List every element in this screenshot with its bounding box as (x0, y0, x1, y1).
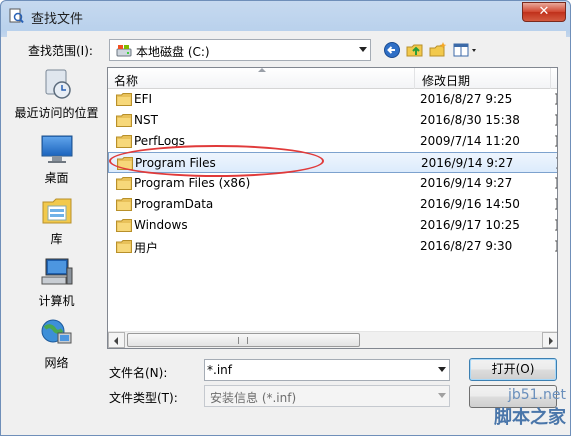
file-extra: ] (554, 134, 557, 148)
file-extra: ] (555, 156, 557, 170)
file-date: 2016/8/30 15:38 (420, 113, 520, 127)
open-button[interactable]: 打开(O) (469, 358, 557, 381)
folder-icon (117, 157, 133, 170)
place-recent[interactable]: 最近访问的位置 (7, 68, 106, 121)
place-desktop[interactable]: 桌面 (7, 133, 106, 186)
column-header-extra[interactable] (552, 68, 557, 89)
folder-icon (116, 219, 132, 232)
place-network[interactable]: 网络 (7, 318, 106, 371)
scroll-left-button[interactable] (108, 332, 125, 348)
place-label: 库 (50, 232, 63, 246)
computer-icon (41, 258, 72, 285)
up-folder-icon[interactable] (405, 41, 425, 59)
filename-label: 文件名(N): (109, 366, 168, 380)
grip-icon (238, 337, 248, 344)
folder-icon (116, 114, 132, 127)
desktop-icon (41, 135, 72, 163)
file-name: NST (134, 113, 158, 127)
file-extra: ] (554, 218, 557, 232)
table-row[interactable]: NST 2016/8/30 15:38] (108, 110, 557, 131)
column-header-name[interactable]: 名称 (108, 68, 415, 89)
file-date: 2016/9/14 9:27 (421, 156, 514, 170)
file-date: 2016/9/17 10:25 (420, 218, 520, 232)
file-rows: EFI2016/8/27 9:25]NST2016/8/30 15:38]Per… (108, 89, 557, 257)
lookin-value: 本地磁盘 (C:) (136, 45, 210, 59)
table-row[interactable]: Program Files 2016/9/14 9:27] (108, 152, 557, 173)
cancel-button[interactable] (469, 385, 557, 408)
file-date: 2016/8/27 9:30 (420, 239, 513, 253)
dialog-client-area: 查找范围(I): 本地磁盘 (C:) 最近访问的位置 桌面 库 计算机 网络 名… (7, 31, 566, 435)
scroll-thumb[interactable] (127, 333, 360, 347)
file-name: Windows (134, 218, 188, 232)
window-title: 查找文件 (31, 12, 84, 27)
find-file-dialog: 查找文件 ✕ 查找范围(I): 本地磁盘 (C:) 最近访问的位置 桌面 库 计… (0, 0, 571, 436)
list-header: 名称 修改日期 (108, 68, 557, 89)
table-row[interactable]: PerfLogs 2009/7/14 11:20] (108, 131, 557, 152)
place-label: 桌面 (44, 171, 69, 185)
table-row[interactable]: Windows 2016/9/17 10:25] (108, 215, 557, 236)
file-extra: ] (554, 176, 557, 190)
column-header-label: 名称 (114, 74, 139, 88)
folder-icon (116, 93, 132, 106)
file-name: Program Files (x86) (134, 176, 251, 190)
file-extra: ] (554, 113, 557, 127)
folder-icon (116, 198, 132, 211)
folder-icon (116, 177, 132, 190)
libraries-icon (42, 198, 71, 224)
file-extra: ] (554, 197, 557, 211)
filetype-dropdown[interactable]: 安装信息 (*.inf) (204, 385, 450, 407)
table-row[interactable]: Program Files (x86) 2016/9/14 9:27] (108, 173, 557, 194)
local-disk-icon (116, 45, 132, 57)
view-menu-icon[interactable] (452, 41, 480, 59)
file-date: 2009/7/14 11:20 (420, 134, 520, 148)
column-header-date[interactable]: 修改日期 (416, 68, 551, 89)
file-name: PerfLogs (134, 134, 186, 148)
file-date: 2016/8/27 9:25 (420, 92, 513, 106)
filetype-value: 安装信息 (*.inf) (210, 391, 297, 405)
sort-ascending-icon (258, 68, 266, 72)
filename-combo[interactable] (204, 359, 450, 381)
folder-icon (116, 135, 132, 148)
scroll-right-button[interactable] (542, 332, 557, 348)
horizontal-scrollbar[interactable] (108, 331, 557, 348)
table-row[interactable]: ProgramData 2016/9/16 14:50] (108, 194, 557, 215)
lookin-dropdown[interactable]: 本地磁盘 (C:) (109, 39, 371, 61)
recent-places-icon (45, 69, 71, 99)
app-icon (9, 8, 24, 24)
table-row[interactable]: 用户 2016/8/27 9:30] (108, 236, 557, 257)
file-extra: ] (554, 239, 557, 253)
file-name: EFI (134, 92, 153, 106)
back-arrow-icon[interactable] (383, 41, 403, 59)
place-libraries[interactable]: 库 (7, 194, 106, 247)
file-list[interactable]: 名称 修改日期 EFI 2016/8/27 9:25] NST 2016/8/30 1… (107, 67, 558, 349)
chevron-down-icon[interactable] (359, 47, 367, 52)
arrow-left-icon (114, 337, 118, 345)
filename-input[interactable] (207, 361, 431, 379)
column-header-label: 修改日期 (422, 74, 471, 88)
arrow-right-icon (549, 337, 553, 345)
lookin-label: 查找范围(I): (28, 44, 93, 58)
folder-icon (116, 240, 132, 253)
new-folder-icon[interactable] (428, 41, 448, 59)
places-bar: 最近访问的位置 桌面 库 计算机 网络 (7, 68, 106, 370)
file-name: Program Files (135, 156, 216, 170)
file-name: ProgramData (134, 197, 214, 211)
title-bar[interactable]: 查找文件 ✕ (1, 1, 570, 31)
chevron-down-icon[interactable] (438, 393, 446, 398)
place-label: 最近访问的位置 (14, 106, 99, 120)
chevron-down-icon[interactable] (438, 367, 446, 372)
place-label: 计算机 (38, 294, 75, 308)
network-icon (41, 319, 71, 344)
place-label: 网络 (44, 356, 69, 370)
close-icon: ✕ (538, 4, 550, 19)
table-row[interactable]: EFI 2016/8/27 9:25] (108, 89, 557, 110)
file-date: 2016/9/16 14:50 (420, 197, 520, 211)
filetype-label: 文件类型(T): (109, 391, 178, 405)
close-button[interactable]: ✕ (522, 2, 566, 22)
file-date: 2016/9/14 9:27 (420, 176, 513, 190)
file-name: 用户 (134, 241, 159, 255)
place-computer[interactable]: 计算机 (7, 256, 106, 309)
file-extra: ] (554, 92, 557, 106)
